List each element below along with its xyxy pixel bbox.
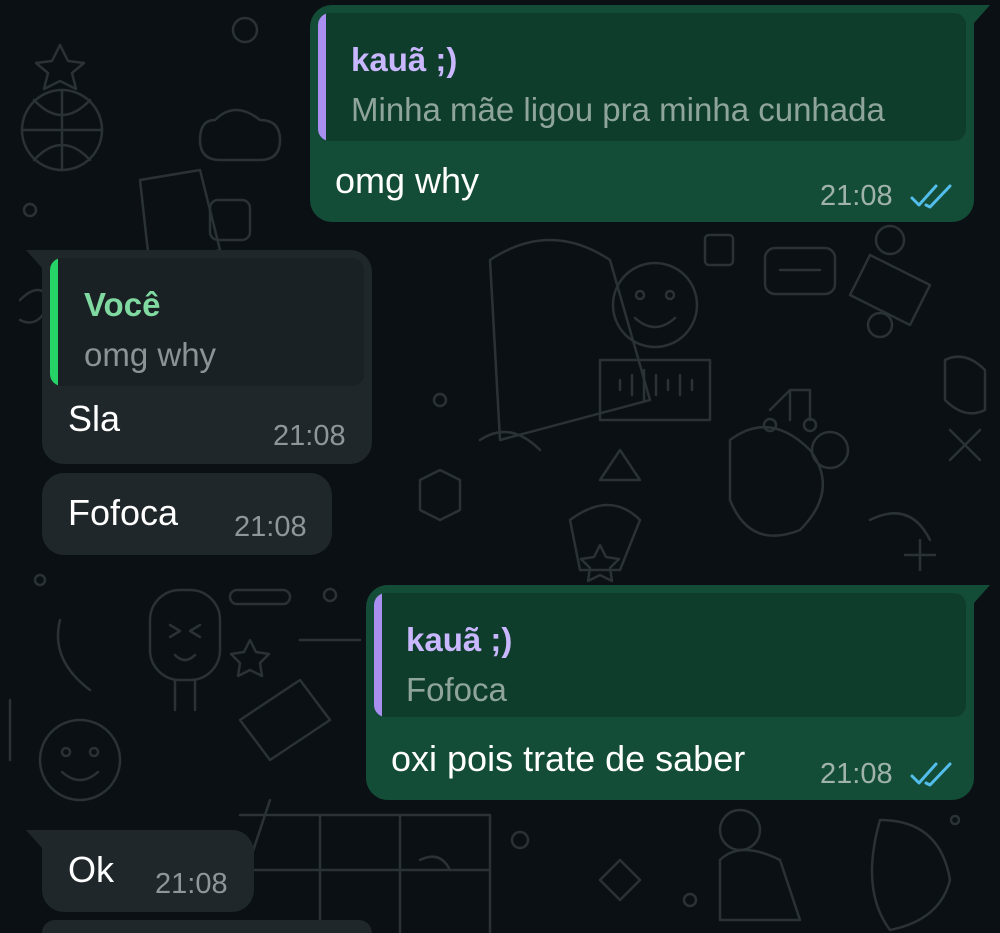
message-time: 21:08: [820, 180, 893, 212]
reply-quote-bar: [50, 258, 58, 386]
message-bubble-incoming[interactable]: Fofoca 21:08: [42, 473, 332, 555]
message-bubble-outgoing[interactable]: kauã ;) Minha mãe ligou pra minha cunhad…: [310, 5, 990, 222]
message-time: 21:08: [155, 868, 228, 900]
message-bubble-incoming-partial[interactable]: [42, 920, 372, 933]
reply-quote[interactable]: Você omg why: [50, 258, 364, 386]
bubble-tail: [26, 830, 42, 848]
double-check-read-icon: [910, 762, 952, 787]
message-text: Fofoca: [68, 492, 179, 533]
reply-quote-bar: [318, 13, 326, 141]
message-time: 21:08: [273, 420, 346, 452]
message-time: 21:08: [820, 758, 893, 790]
bubble-tail: [974, 585, 990, 603]
bubble-tail: [26, 250, 42, 268]
message-bubble-incoming[interactable]: Você omg why Sla 21:08: [26, 250, 372, 464]
reply-quote-author: kauã ;): [406, 621, 513, 658]
message-text: Sla: [68, 398, 121, 439]
message-text: Ok: [68, 849, 115, 890]
reply-quote-author: kauã ;): [351, 41, 458, 78]
reply-quote-text: omg why: [84, 336, 217, 373]
message-time: 21:08: [234, 511, 307, 543]
message-bubble-outgoing[interactable]: kauã ;) Fofoca oxi pois trate de saber 2…: [366, 585, 990, 800]
bubble-tail: [974, 5, 990, 23]
message-text: omg why: [335, 160, 480, 201]
reply-quote-author: Você: [84, 286, 161, 323]
reply-quote[interactable]: kauã ;) Fofoca: [374, 593, 966, 717]
double-check-read-icon: [910, 184, 952, 209]
reply-quote-bar: [374, 593, 382, 717]
message-bubble-incoming[interactable]: Ok 21:08: [26, 830, 254, 912]
reply-quote-text: Minha mãe ligou pra minha cunhada: [351, 91, 885, 128]
message-text: oxi pois trate de saber: [391, 738, 746, 779]
reply-quote[interactable]: kauã ;) Minha mãe ligou pra minha cunhad…: [318, 13, 966, 141]
reply-quote-text: Fofoca: [406, 671, 507, 708]
